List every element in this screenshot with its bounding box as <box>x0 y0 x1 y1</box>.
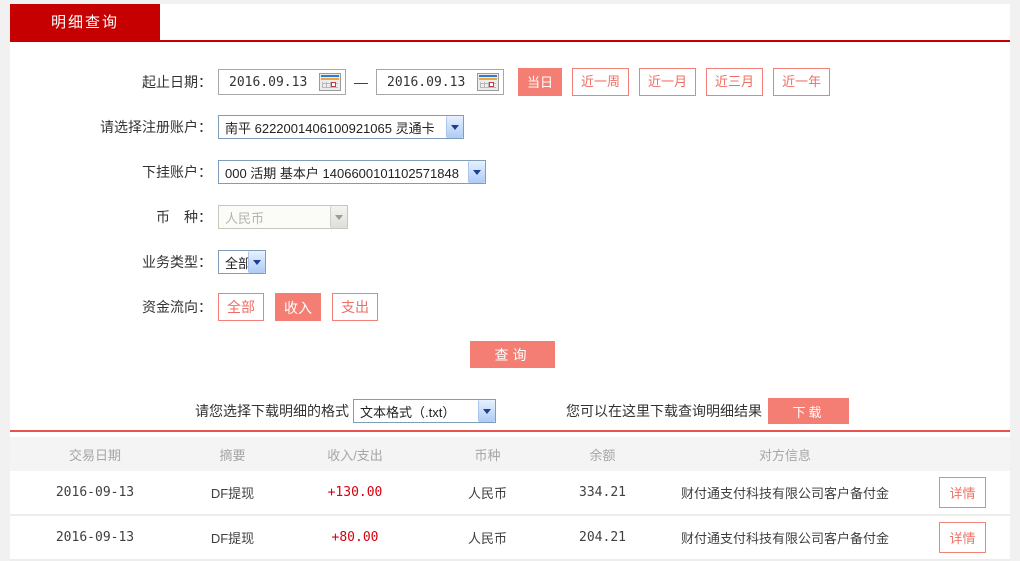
fund-direction-all-button[interactable]: 全部 <box>218 293 264 321</box>
download-format-value: 文本格式（.txt） <box>360 404 456 420</box>
quick-button-last-week[interactable]: 近一周 <box>572 68 630 96</box>
linked-account-row: 下挂账户： 000 活期 基本户 1406600101102571848 <box>10 158 1010 186</box>
business-type-row: 业务类型： 全部 <box>10 248 1010 276</box>
quick-button-today[interactable]: 当日 <box>518 68 563 96</box>
chevron-down-icon[interactable] <box>478 400 495 422</box>
register-account-select[interactable]: 南平 6222001406100921065 灵通卡 <box>218 115 464 139</box>
calendar-icon[interactable] <box>477 73 499 91</box>
fund-direction-label: 资金流向： <box>142 299 212 315</box>
cell-currency: 人民币 <box>467 486 507 501</box>
download-button[interactable]: 下载 <box>768 398 849 424</box>
quick-button-last-3-months[interactable]: 近三月 <box>706 68 764 96</box>
chevron-down-icon[interactable] <box>468 161 485 183</box>
download-format-label: 请您选择下载明细的格式 <box>195 403 349 419</box>
detail-button[interactable]: 详情 <box>939 522 986 553</box>
register-account-value: 南平 6222001406100921065 灵通卡 <box>225 120 435 136</box>
business-type-label: 业务类型： <box>142 254 212 270</box>
linked-account-label: 下挂账户： <box>142 164 212 180</box>
calendar-icon[interactable] <box>319 73 341 91</box>
detail-button[interactable]: 详情 <box>939 477 986 508</box>
query-button[interactable]: 查询 <box>470 341 555 368</box>
quick-button-last-month[interactable]: 近一月 <box>639 68 697 96</box>
chevron-down-icon[interactable] <box>248 251 265 273</box>
table-header-row: 交易日期 摘要 收入/支出 币种 余额 对方信息 <box>10 437 1010 471</box>
start-date-input[interactable]: 2016.09.13 <box>218 69 346 95</box>
header-balance: 余额 <box>589 447 616 463</box>
date-range-separator: — <box>354 74 368 90</box>
cell-balance: 334.21 <box>579 485 626 500</box>
header-transaction-date: 交易日期 <box>68 447 121 463</box>
end-date-value: 2016.09.13 <box>387 74 466 90</box>
cell-balance: 204.21 <box>579 530 626 545</box>
fund-direction-expense-button[interactable]: 支出 <box>332 293 378 321</box>
chevron-down-icon[interactable] <box>446 116 463 138</box>
cell-amount: +80.00 <box>331 530 379 545</box>
cell-summary: DF提现 <box>210 531 255 546</box>
cell-counterparty: 财付通支付科技有限公司客户备付金 <box>680 486 889 501</box>
table-row: 2016-09-13 DF提现 +130.00 人民币 334.21 财付通支付… <box>10 471 1010 516</box>
fund-direction-income-button[interactable]: 收入 <box>275 293 321 321</box>
query-form: 起止日期： 2016.09.13 — 2016.09.13 当日 近一周 近一月… <box>10 42 1010 424</box>
linked-account-select[interactable]: 000 活期 基本户 1406600101102571848 <box>218 160 486 184</box>
table-top-divider <box>10 430 1010 432</box>
download-hint-text: 您可以在这里下载查询明细结果 <box>566 403 762 419</box>
start-date-value: 2016.09.13 <box>229 74 308 90</box>
date-range-row: 起止日期： 2016.09.13 — 2016.09.13 当日 近一周 近一月… <box>10 68 1010 96</box>
download-row: 请您选择下载明细的格式 文本格式（.txt） 您可以在这里下载查询明细结果 下载 <box>10 398 1010 424</box>
cell-amount: +130.00 <box>327 485 383 500</box>
cell-summary: DF提现 <box>210 486 255 501</box>
header-summary: 摘要 <box>219 447 246 463</box>
header-currency: 币种 <box>474 447 501 463</box>
chevron-down-icon <box>330 206 347 228</box>
content-card: 明细查询 起止日期： 2016.09.13 — 2016.09.13 当日 近一… <box>10 4 1010 561</box>
cell-currency: 人民币 <box>467 531 507 546</box>
tab-bar: 明细查询 <box>10 4 1010 42</box>
table-row: 2016-09-13 DF提现 +80.00 人民币 204.21 财付通支付科… <box>10 516 1010 561</box>
fund-direction-row: 资金流向： 全部 收入 支出 <box>10 293 1010 321</box>
currency-select: 人民币 <box>218 205 348 229</box>
quick-button-last-year[interactable]: 近一年 <box>773 68 831 96</box>
cell-transaction-date: 2016-09-13 <box>55 485 135 500</box>
cell-counterparty: 财付通支付科技有限公司客户备付金 <box>680 531 889 546</box>
end-date-input[interactable]: 2016.09.13 <box>376 69 504 95</box>
query-button-row: 查询 <box>10 341 1010 368</box>
header-counterparty: 对方信息 <box>758 447 811 463</box>
date-range-label: 起止日期： <box>142 74 212 90</box>
register-account-row: 请选择注册账户： 南平 6222001406100921065 灵通卡 <box>10 113 1010 141</box>
currency-value: 人民币 <box>225 210 265 226</box>
business-type-value: 全部 <box>225 255 248 271</box>
register-account-label: 请选择注册账户： <box>100 119 212 135</box>
cell-transaction-date: 2016-09-13 <box>55 530 135 545</box>
business-type-select[interactable]: 全部 <box>218 250 266 274</box>
currency-row: 币 种： 人民币 <box>10 203 1010 231</box>
currency-label: 币 种： <box>156 209 212 225</box>
header-income-expense: 收入/支出 <box>327 447 383 463</box>
results-table: 交易日期 摘要 收入/支出 币种 余额 对方信息 2016-09-13 DF提现… <box>10 437 1010 561</box>
linked-account-value: 000 活期 基本户 1406600101102571848 <box>225 165 459 181</box>
tab-detail-query[interactable]: 明细查询 <box>10 4 160 42</box>
download-format-select[interactable]: 文本格式（.txt） <box>353 399 496 423</box>
quick-period-buttons: 当日 近一周 近一月 近三月 近一年 <box>518 68 840 96</box>
